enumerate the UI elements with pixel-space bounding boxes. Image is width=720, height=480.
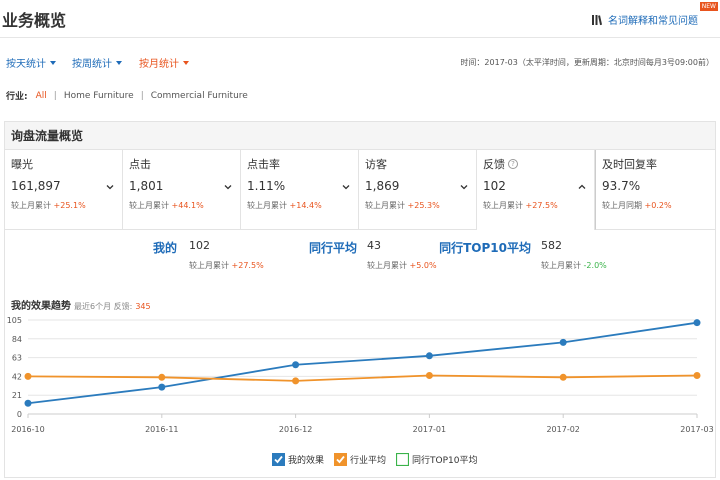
data-point xyxy=(693,319,701,327)
legend-item-top10-average[interactable]: 同行TOP10平均 xyxy=(396,453,478,466)
y-tick-label: 105 xyxy=(7,316,22,325)
data-point xyxy=(158,383,166,391)
x-tick-label: 2016-12 xyxy=(279,425,312,434)
data-point xyxy=(24,372,32,380)
checkbox-checked-icon[interactable] xyxy=(334,453,348,466)
data-point xyxy=(158,373,166,381)
legend-item-my-effect[interactable]: 我的效果 xyxy=(272,453,324,466)
data-point xyxy=(559,373,567,381)
y-tick-label: 21 xyxy=(12,391,22,400)
legend-item-industry-average[interactable]: 行业平均 xyxy=(334,453,386,466)
chart-legend: 我的效果 行业平均 同行TOP10平均 xyxy=(272,453,488,466)
data-point xyxy=(425,372,433,380)
data-point xyxy=(693,372,701,380)
data-point xyxy=(292,361,300,369)
x-tick-label: 2016-11 xyxy=(145,425,178,434)
data-point xyxy=(292,377,300,385)
x-tick-label: 2017-03 xyxy=(680,425,713,434)
x-tick-label: 2017-01 xyxy=(413,425,446,434)
checkbox-checked-icon[interactable] xyxy=(272,453,285,466)
data-point xyxy=(24,399,32,407)
series-line xyxy=(27,321,698,405)
y-tick-label: 84 xyxy=(12,335,22,344)
legend-label: 同行TOP10平均 xyxy=(412,456,478,466)
trend-chart: 0 21 42 63 84 105 2016-10 2016-11 2016-12 2017-01… xyxy=(7,316,714,434)
y-tick-label: 0 xyxy=(17,410,22,419)
y-tick-label: 42 xyxy=(12,372,22,381)
checkbox-unchecked-icon[interactable] xyxy=(396,453,410,466)
legend-label: 行业平均 xyxy=(350,456,387,466)
x-tick-label: 2017-02 xyxy=(546,425,579,434)
data-point xyxy=(559,338,567,346)
legend-label: 我的效果 xyxy=(288,456,325,466)
data-point xyxy=(425,352,433,360)
y-tick-label: 63 xyxy=(12,354,22,363)
x-tick-label: 2016-10 xyxy=(11,425,44,434)
